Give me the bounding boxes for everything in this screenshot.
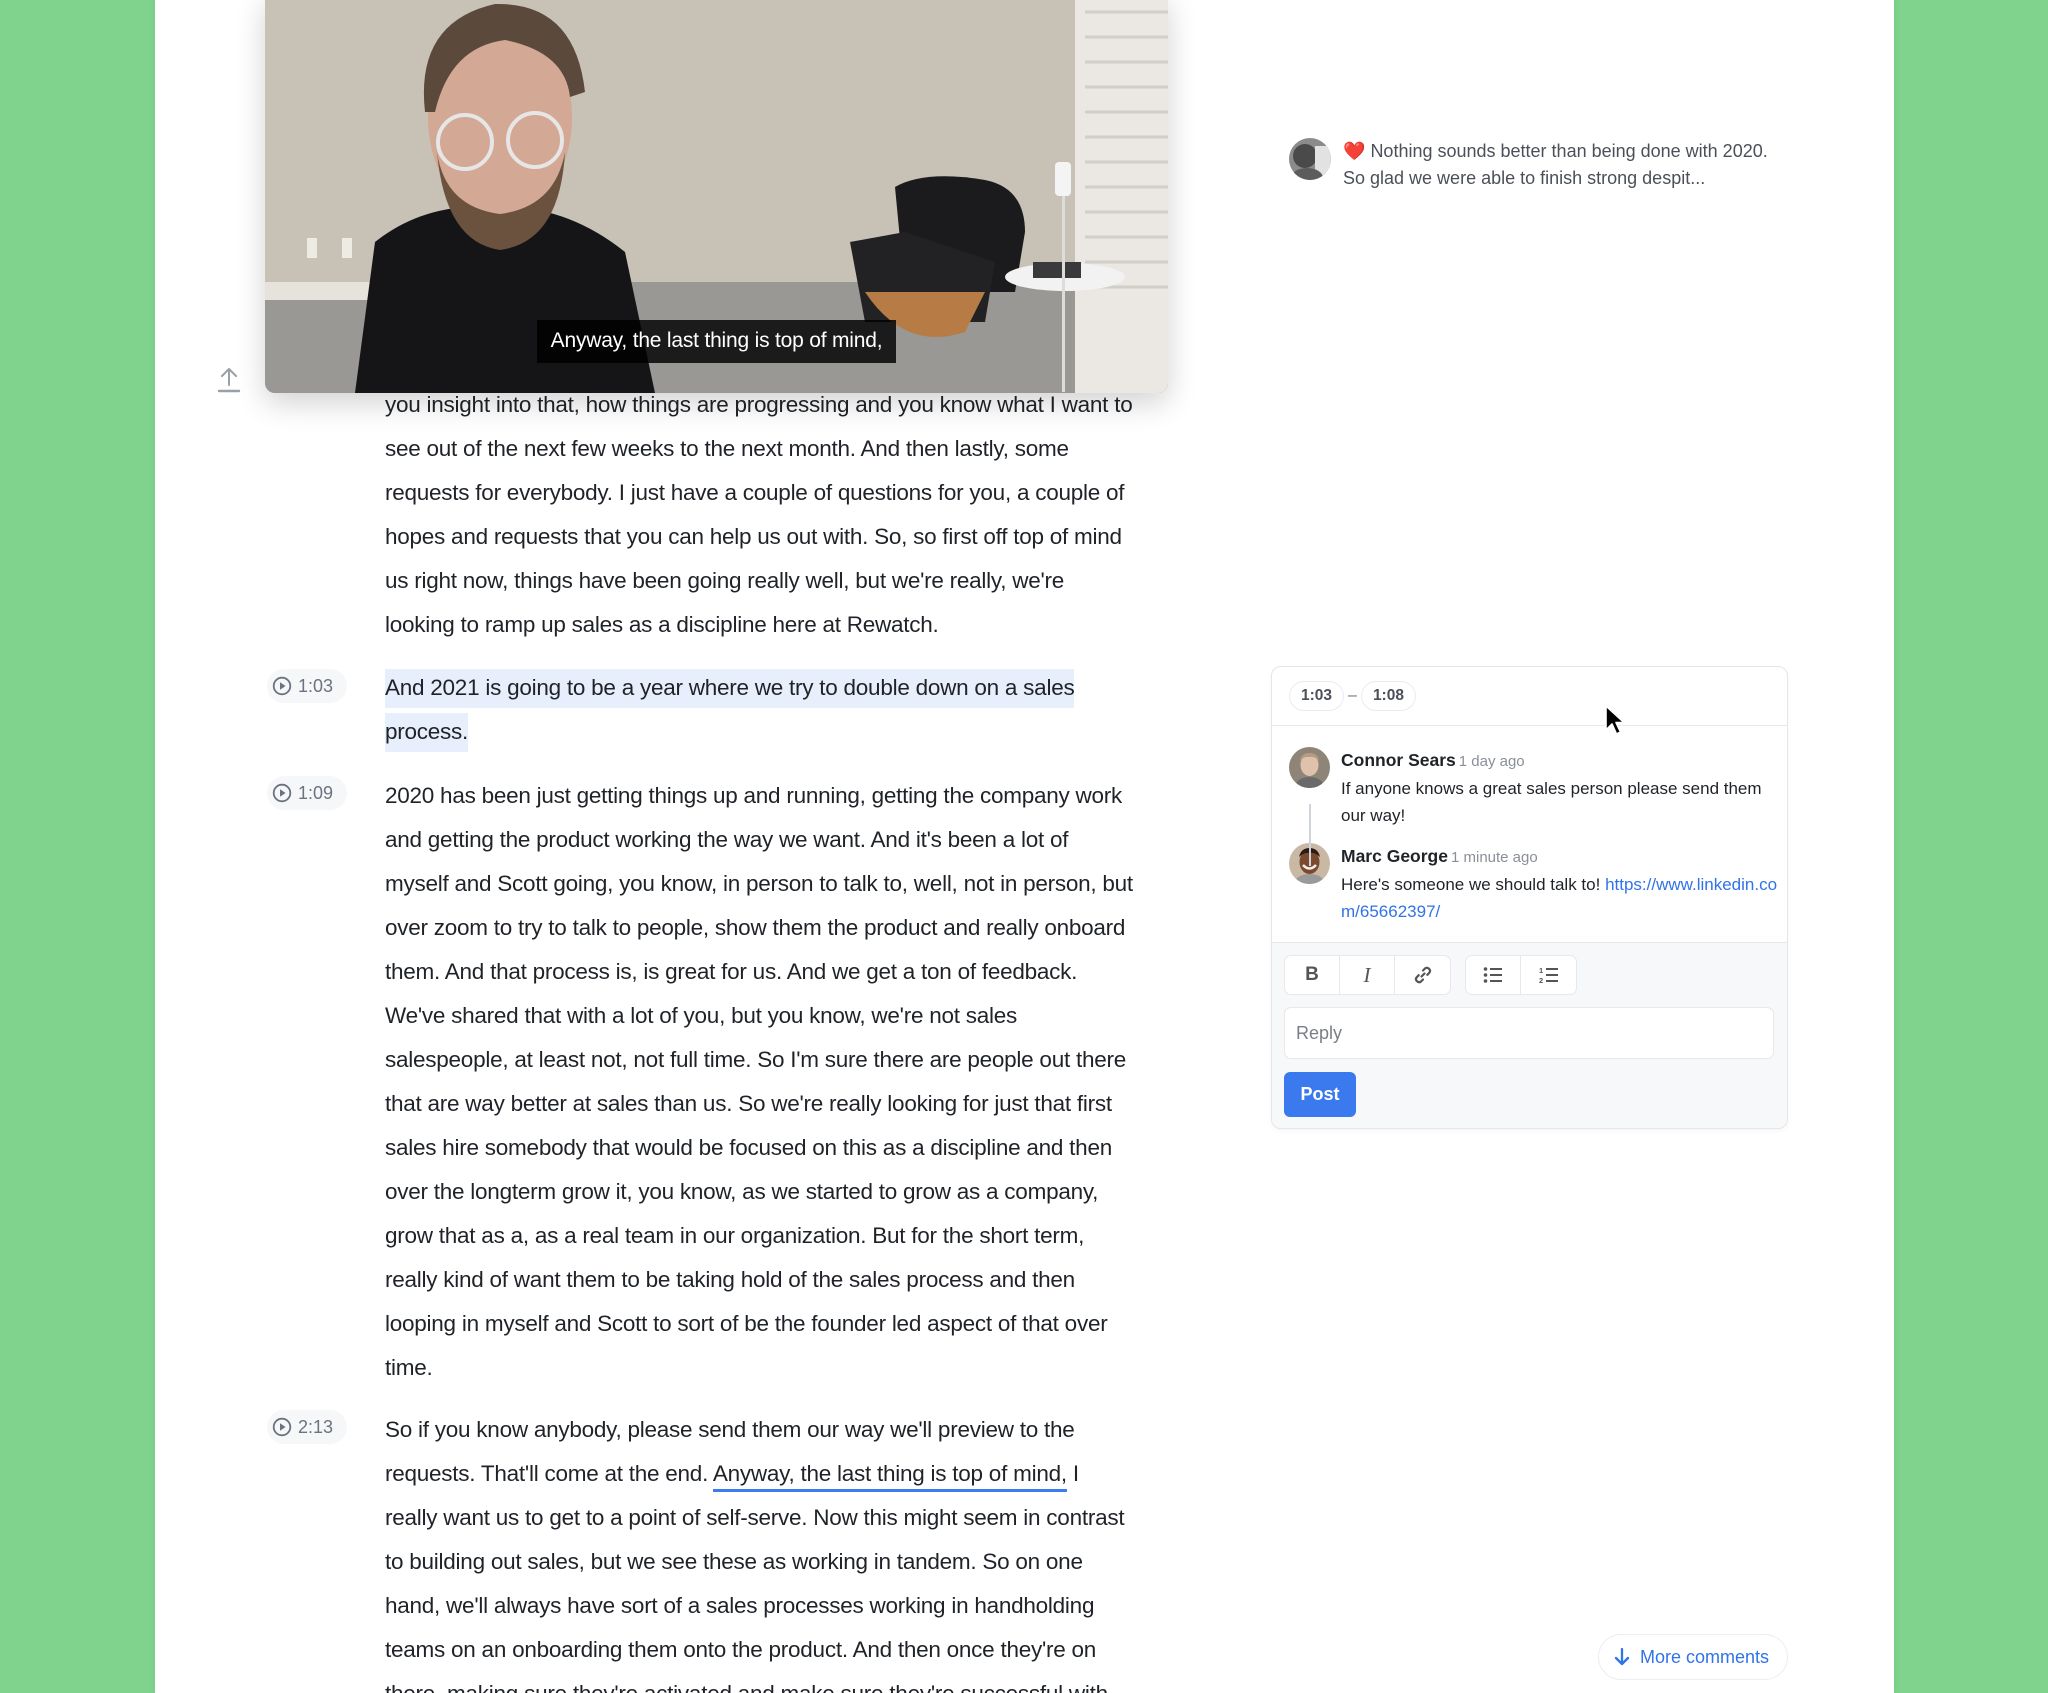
text-line: time.	[385, 1355, 433, 1380]
reply-composer: B I 12 Post	[1272, 943, 1787, 1128]
bullet-list-icon	[1483, 967, 1502, 983]
link-icon	[1414, 966, 1431, 984]
segment-text[interactable]: 2020 has been just getting things up and…	[385, 774, 1168, 1390]
text-line: teams on an onboarding them onto the pro…	[385, 1637, 1097, 1662]
reply-input[interactable]	[1284, 1007, 1774, 1059]
text-line: to building out sales, but we see these …	[385, 1549, 1083, 1574]
upload-icon[interactable]	[216, 366, 242, 394]
video-subtitle: Anyway, the last thing is top of mind,	[265, 320, 1168, 363]
highlighted-text: And 2021 is going to be a year where we …	[385, 669, 1075, 708]
format-toolbar: B I 12	[1284, 955, 1775, 995]
comment-thread-card: 1:03 – 1:08 Connor Sears 1 day ago If any…	[1271, 666, 1788, 1129]
subtitle-text: Anyway, the last thing is top of mind,	[536, 320, 897, 363]
post-button[interactable]: Post	[1284, 1072, 1356, 1117]
highlighted-text: process.	[385, 713, 468, 752]
comment-thread: Connor Sears 1 day ago If anyone knows a …	[1272, 726, 1787, 943]
text-line: grow that as a, as a real team in our or…	[385, 1223, 1085, 1248]
italic-icon: I	[1363, 962, 1371, 987]
play-icon	[272, 783, 292, 803]
text-line: looking to ramp up sales as a discipline…	[385, 612, 939, 637]
range-separator: –	[1348, 687, 1357, 704]
text-line: sales hire somebody that would be focuse…	[385, 1135, 1112, 1160]
comment-time: 1 day ago	[1458, 753, 1525, 770]
timestamp-label: 2:13	[298, 1416, 334, 1437]
timestamp-label: 1:03	[298, 675, 334, 696]
comment-preview[interactable]: ❤️ Nothing sounds better than being done…	[1289, 138, 1789, 192]
text-line: see out of the next few weeks to the nex…	[385, 436, 1069, 461]
preview-body: Nothing sounds better than being done wi…	[1343, 141, 1768, 188]
timestamp-button[interactable]: 2:13	[267, 1410, 347, 1444]
text-line: us right now, things have been going rea…	[385, 568, 1065, 593]
more-comments-button[interactable]: More comments	[1598, 1634, 1789, 1680]
text-fragment: I	[1066, 1461, 1079, 1486]
play-icon	[272, 676, 292, 696]
comment-text: If anyone knows a great sales person ple…	[1341, 779, 1762, 825]
text-fragment: requests. That'll come at the end.	[385, 1461, 713, 1486]
text-line: So if you know anybody, please send them…	[385, 1417, 1075, 1442]
text-line: looping in myself and Scott to sort of b…	[385, 1311, 1108, 1336]
text-line: them. And that process is, is great for …	[385, 959, 1078, 984]
text-line: over zoom to try to talk to people, show…	[385, 915, 1126, 940]
text-line: We've shared that with a lot of you, but…	[385, 1003, 1018, 1028]
text-line: salespeople, at least not, not full time…	[385, 1047, 1126, 1072]
list-format-group: 12	[1465, 955, 1577, 995]
comment: Connor Sears 1 day ago If anyone knows a …	[1289, 747, 1770, 829]
avatar	[1289, 138, 1331, 180]
avatar[interactable]	[1289, 747, 1330, 788]
range-end-pill[interactable]: 1:08	[1360, 681, 1416, 711]
text-line: that are way better at sales than us. So…	[385, 1091, 1112, 1116]
svg-text:2: 2	[1539, 976, 1543, 984]
segment-text[interactable]: And 2021 is going to be a year where we …	[385, 666, 1168, 754]
thread-range: 1:03 – 1:08	[1272, 667, 1787, 726]
svg-text:1: 1	[1539, 966, 1543, 975]
comment-text-body: Here's someone we should talk to!	[1341, 875, 1606, 894]
bullet-list-button[interactable]	[1466, 956, 1521, 994]
thread-connector	[1309, 804, 1311, 866]
comment-author[interactable]: Marc George	[1341, 846, 1448, 866]
comment: Marc George 1 minute ago Here's someone w…	[1289, 843, 1777, 925]
text-line: and getting the product working the way …	[385, 827, 1069, 852]
text-line: requests for everybody. I just have a co…	[385, 480, 1125, 505]
active-caption-text: Anyway, the last thing is top of mind,	[712, 1461, 1067, 1492]
text-line: really want us to get to a point of self…	[385, 1505, 1125, 1530]
comment-text: Here's someone we should talk to! https:…	[1341, 871, 1781, 925]
timestamp-button[interactable]: 1:03	[267, 669, 347, 703]
bold-button[interactable]: B	[1285, 956, 1340, 994]
comment-time: 1 minute ago	[1450, 849, 1538, 866]
segment-text[interactable]: you insight into that, how things are pr…	[385, 383, 1168, 647]
text-line: 2020 has been just getting things up and…	[385, 783, 1123, 808]
numbered-list-icon: 12	[1539, 966, 1558, 984]
bold-icon: B	[1305, 964, 1319, 985]
text-format-group: B I	[1284, 955, 1451, 995]
heart-icon: ❤️	[1343, 141, 1366, 161]
timestamp-label: 1:09	[298, 782, 334, 803]
link-button[interactable]	[1395, 956, 1450, 994]
text-line: really kind of want them to be taking ho…	[385, 1267, 1075, 1292]
text-line: over the longterm grow it, you know, as …	[385, 1179, 1099, 1204]
range-start-pill[interactable]: 1:03	[1289, 681, 1345, 711]
more-comments-label: More comments	[1640, 1646, 1770, 1667]
text-line: hopes and requests that you can help us …	[385, 524, 1122, 549]
italic-button[interactable]: I	[1340, 956, 1395, 994]
play-icon	[272, 1417, 292, 1437]
comment-author[interactable]: Connor Sears	[1341, 750, 1456, 770]
arrow-down-icon	[1614, 1647, 1630, 1666]
text-line: there, making sure they're activated and…	[385, 1672, 1168, 1693]
numbered-list-button[interactable]: 12	[1521, 956, 1576, 994]
preview-text: ❤️ Nothing sounds better than being done…	[1343, 138, 1789, 192]
text-line: myself and Scott going, you know, in per…	[385, 871, 1133, 896]
video-player[interactable]: Anyway, the last thing is top of mind,	[265, 0, 1168, 393]
timestamp-button[interactable]: 1:09	[267, 776, 347, 810]
segment-text[interactable]: So if you know anybody, please send them…	[385, 1408, 1168, 1693]
text-line: requests. That'll come at the end. Anywa…	[385, 1452, 1168, 1496]
text-line: hand, we'll always have sort of a sales …	[385, 1593, 1095, 1618]
